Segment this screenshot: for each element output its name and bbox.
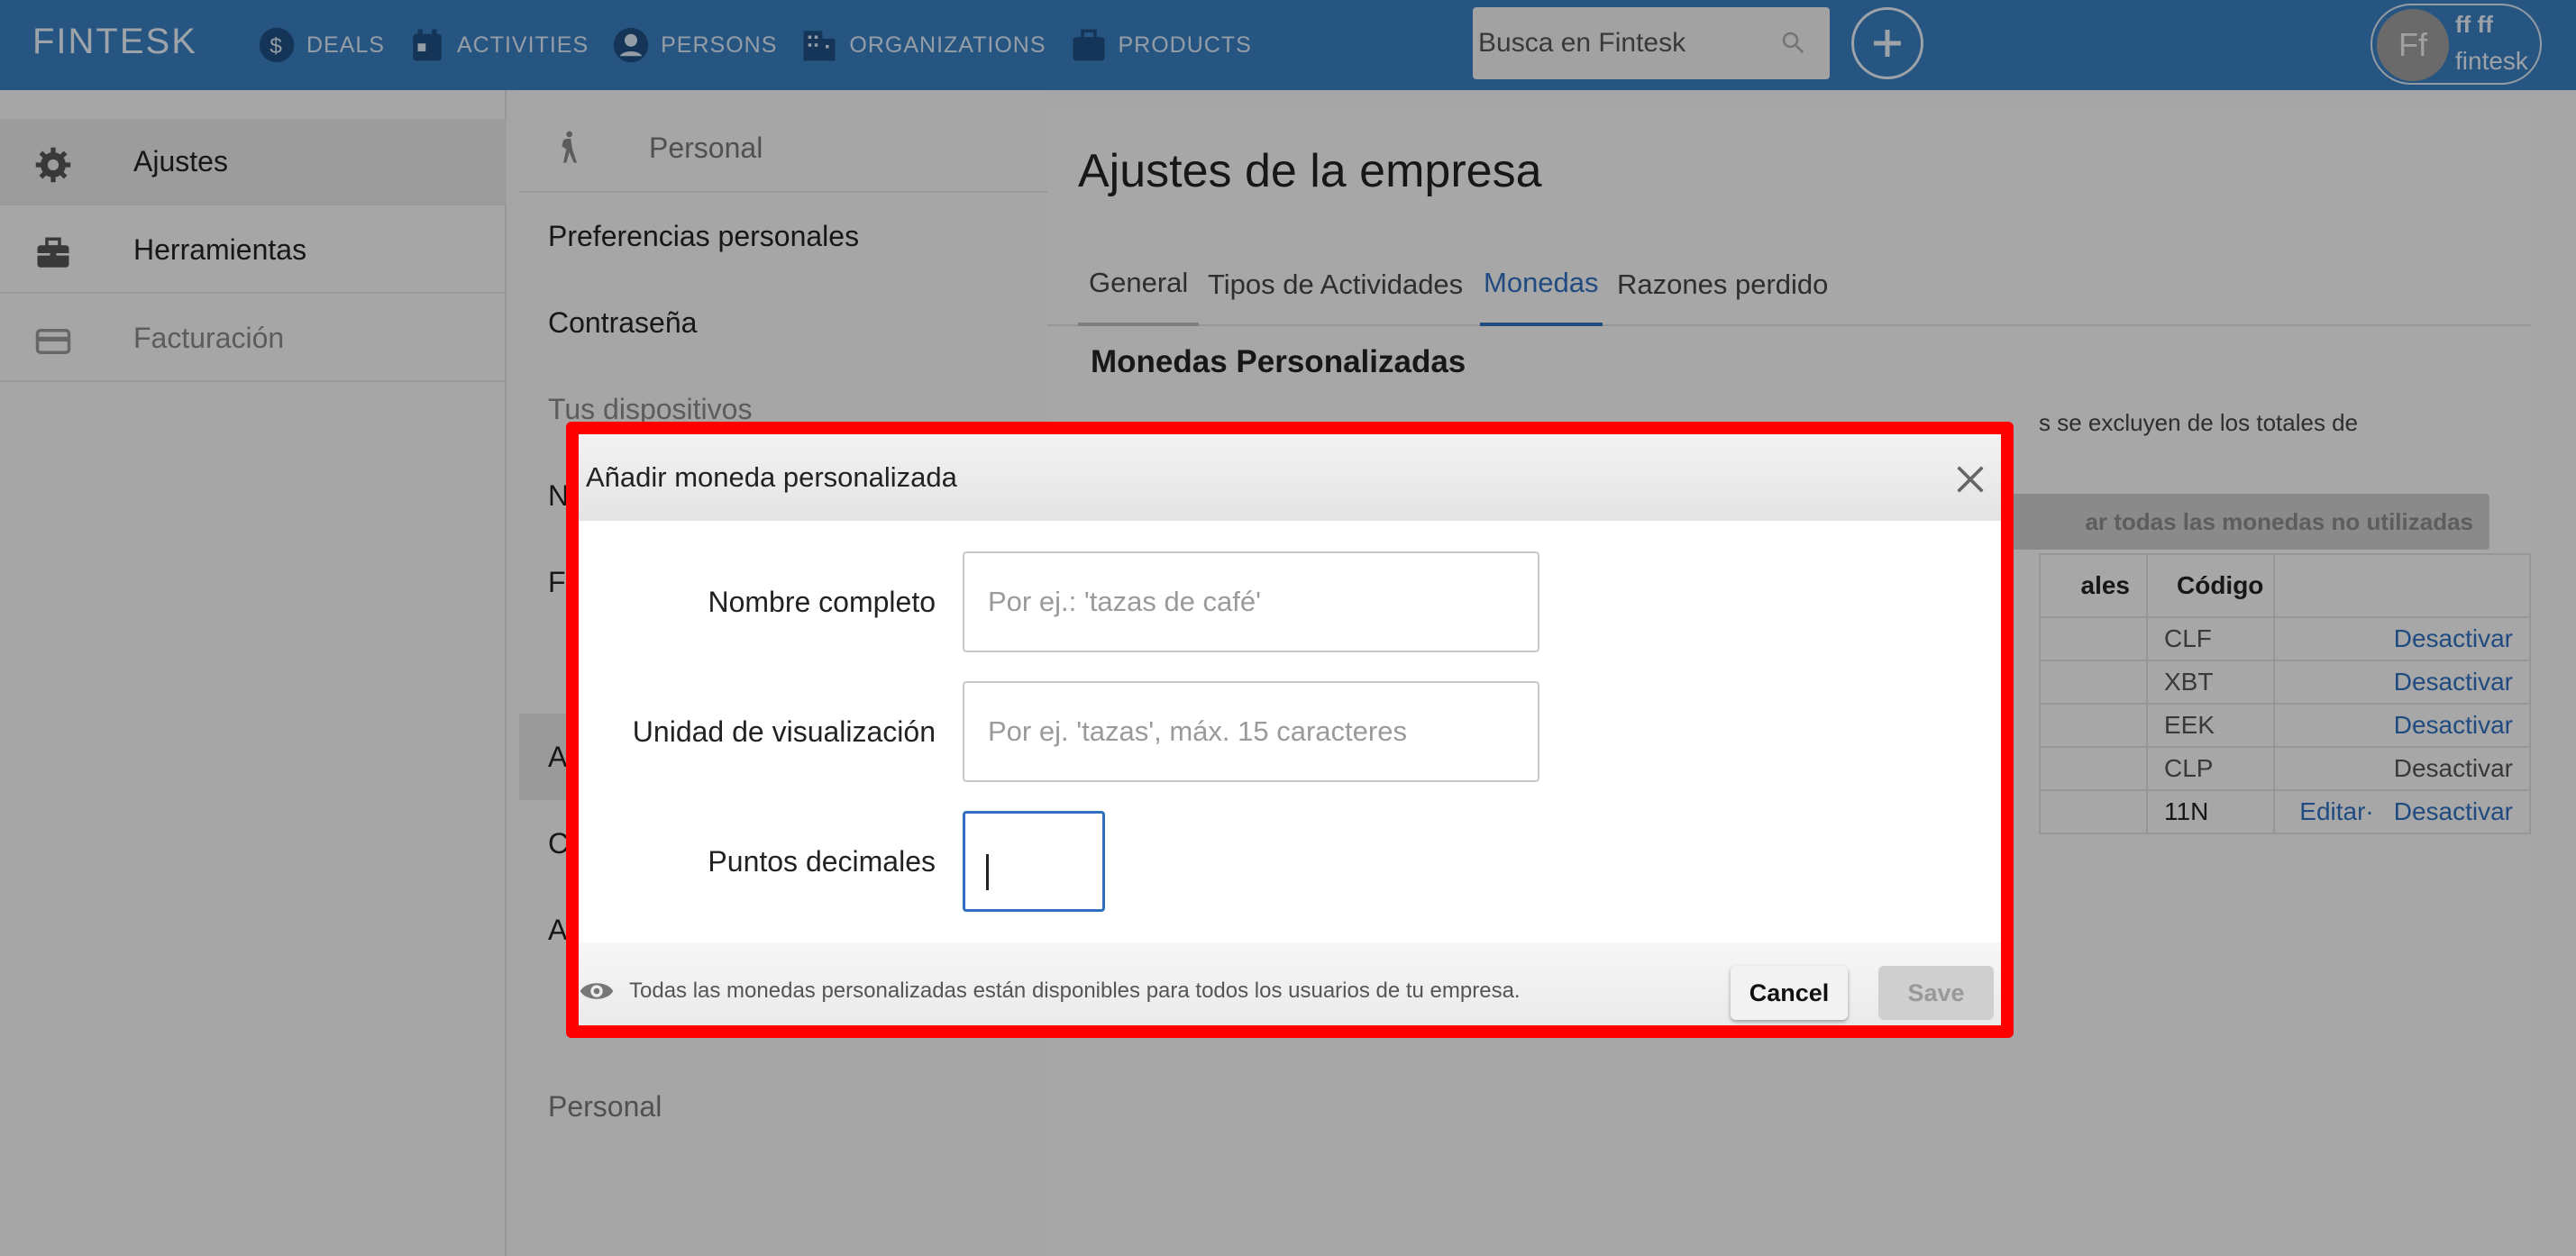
- dialog-footer: Todas las monedas personalizadas están d…: [579, 942, 2001, 1025]
- cancel-button[interactable]: Cancel: [1731, 966, 1848, 1020]
- full-name-label: Nombre completo: [708, 586, 936, 618]
- display-unit-label: Unidad de visualización: [632, 715, 936, 748]
- add-custom-currency-dialog: Añadir moneda personalizada Nombre compl…: [566, 422, 2014, 1038]
- dialog-title: Añadir moneda personalizada: [586, 461, 957, 493]
- decimal-places-label: Puntos decimales: [708, 845, 936, 878]
- eye-icon: [580, 983, 614, 999]
- save-button[interactable]: Save: [1878, 966, 1994, 1020]
- full-name-input[interactable]: [963, 551, 1539, 652]
- text-cursor: [986, 854, 989, 890]
- close-icon[interactable]: [1952, 461, 1988, 497]
- display-unit-input[interactable]: [963, 681, 1539, 782]
- footer-note: Todas las monedas personalizadas están d…: [629, 978, 1521, 1003]
- decimal-places-input[interactable]: [963, 811, 1105, 912]
- dialog-header: Añadir moneda personalizada: [579, 434, 2001, 521]
